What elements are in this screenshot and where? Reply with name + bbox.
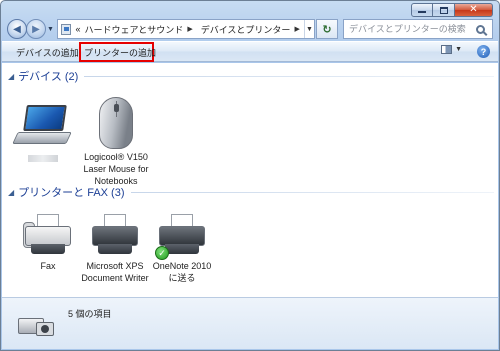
printer-item-onenote[interactable]: ✓ OneNote 2010 に送る [147, 202, 217, 284]
search-box[interactable] [343, 19, 493, 39]
group-divider [130, 191, 494, 193]
recent-pages-dropdown[interactable]: ▼ [47, 26, 54, 33]
maximize-icon [439, 6, 448, 14]
refresh-icon: ↻ [322, 23, 332, 36]
printer-label: Microsoft XPS Document Writer [81, 261, 149, 283]
group-title: プリンターと FAX (3) [18, 187, 125, 199]
forward-button[interactable]: ▶ [26, 19, 46, 39]
search-icon[interactable] [476, 24, 485, 34]
minimize-icon [418, 11, 426, 13]
group-header-printers[interactable]: ◢ プリンターと FAX (3) [8, 184, 494, 200]
navigation-bar: ◀ ▶ ▼ « ハードウェアとサウンド ▶ デバイスとプリンター ▶ ▼ ↻ [5, 19, 493, 41]
blurred-computer-name [28, 155, 58, 162]
mouse-icon [81, 93, 151, 149]
chevron-down-icon: ▼ [455, 46, 462, 53]
refresh-button[interactable]: ↻ [316, 19, 338, 39]
devices-printers-icon [18, 310, 56, 340]
default-printer-icon: ✓ [147, 202, 217, 260]
device-label: Logicool® V150 Laser Mouse for Notebooks [83, 152, 149, 186]
minimize-button[interactable] [411, 3, 433, 17]
view-icon [441, 45, 453, 54]
breadcrumb-devices-and-printers[interactable]: デバイスとプリンター [201, 23, 291, 36]
collapse-arrow-icon[interactable]: ◢ [8, 188, 14, 197]
change-view-button[interactable]: ▼ [441, 45, 462, 54]
address-dropdown-icon[interactable]: ▼ [303, 20, 314, 38]
control-panel-icon [61, 23, 72, 35]
add-device-button[interactable]: デバイスの追加 [16, 46, 79, 59]
breadcrumb-separator-icon[interactable]: ▶ [294, 25, 299, 33]
group-divider [84, 75, 494, 77]
group-header-devices[interactable]: ◢ デバイス (2) [8, 68, 494, 84]
search-input[interactable] [349, 24, 474, 34]
collapse-arrow-icon[interactable]: ◢ [8, 72, 14, 81]
breadcrumb-separator-icon[interactable]: ▶ [187, 25, 192, 33]
group-title: デバイス (2) [18, 71, 79, 83]
add-printer-button[interactable]: プリンターの追加 [84, 46, 156, 59]
breadcrumb-hardware-and-sound[interactable]: ハードウェアとサウンド [84, 23, 183, 36]
help-icon[interactable]: ? [477, 45, 490, 58]
close-button[interactable]: ✕ [455, 3, 493, 17]
printer-item-fax[interactable]: Fax [13, 202, 83, 272]
close-icon: ✕ [469, 4, 478, 15]
back-button[interactable]: ◀ [7, 19, 27, 39]
printer-label: OneNote 2010 に送る [152, 261, 212, 283]
caption-buttons: ✕ [411, 3, 493, 17]
default-check-icon: ✓ [155, 246, 169, 260]
fax-icon [13, 202, 83, 258]
address-prefix[interactable]: « [75, 24, 80, 34]
address-bar[interactable]: « ハードウェアとサウンド ▶ デバイスとプリンター ▶ ▼ [57, 19, 315, 39]
forward-arrow-icon: ▶ [32, 23, 40, 35]
maximize-button[interactable] [433, 3, 455, 17]
device-item-mouse[interactable]: Logicool® V150 Laser Mouse for Notebooks [81, 93, 151, 187]
devices-and-printers-window: ✕ ◀ ▶ ▼ « ハードウェアとサウンド ▶ デバイスとプリンター ▶ ▼ ↻… [0, 0, 500, 351]
printer-icon [80, 202, 150, 258]
printer-label: Fax [40, 261, 56, 271]
back-arrow-icon: ◀ [13, 23, 21, 35]
laptop-icon [8, 93, 78, 149]
command-bar: デバイスの追加 プリンターの追加 ▼ ? [2, 41, 498, 62]
item-count: 5 個の項目 [68, 309, 112, 319]
details-pane: 5 個の項目 [2, 297, 498, 349]
device-item-laptop[interactable] [8, 93, 78, 164]
content-pane: ◢ デバイス (2) Logicool® V150 Laser Mouse fo… [2, 63, 498, 297]
printer-item-xps[interactable]: Microsoft XPS Document Writer [80, 202, 150, 284]
